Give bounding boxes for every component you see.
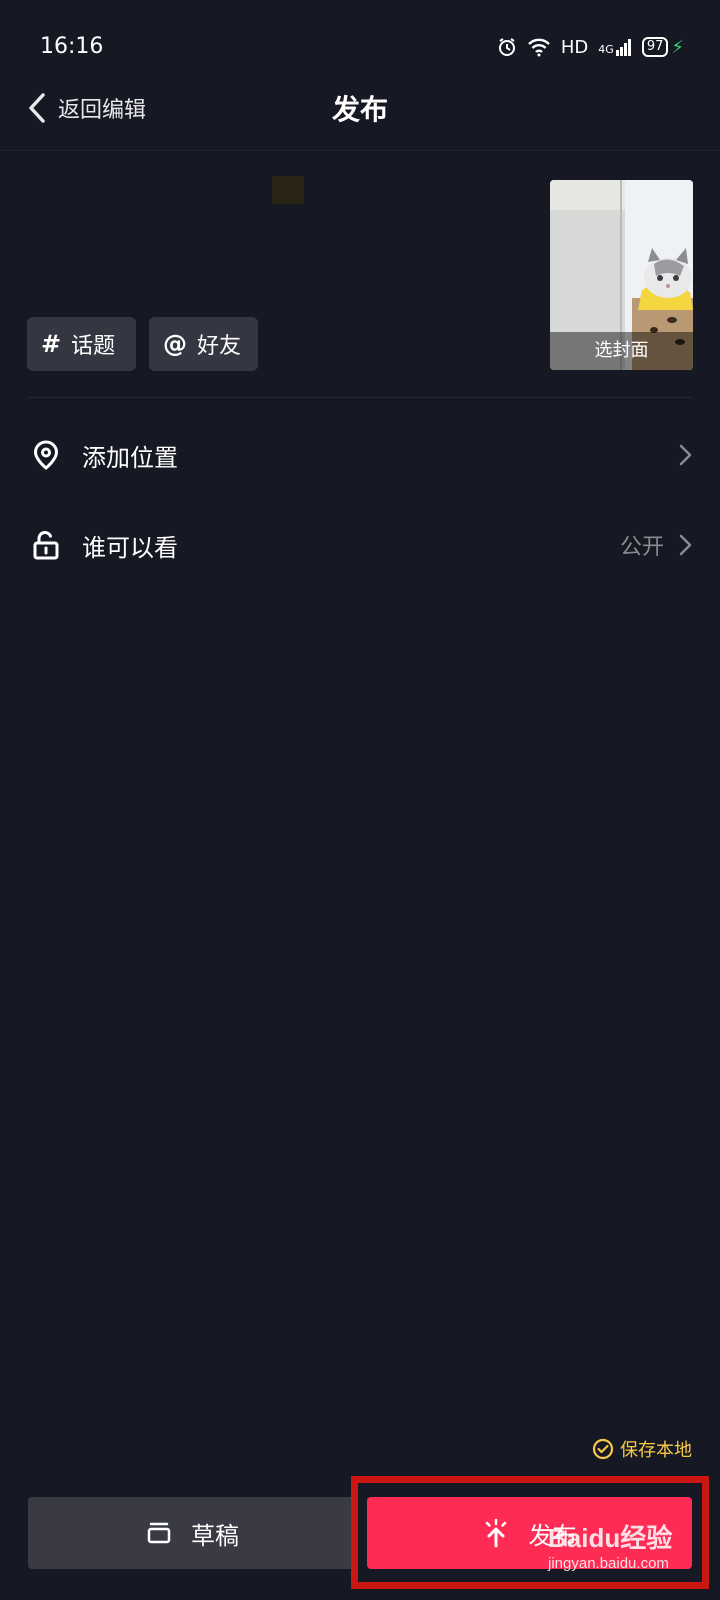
check-circle-icon	[592, 1438, 614, 1460]
signal-icon: 4G	[598, 38, 632, 56]
signal-label: 4G	[598, 43, 614, 56]
topic-chip-label: 话题	[71, 334, 116, 359]
cover-label: 选封面	[550, 332, 693, 370]
visibility-label: 谁可以看	[82, 533, 178, 562]
draft-box-icon	[147, 1522, 171, 1544]
battery-level: 97	[641, 37, 669, 57]
topic-chip[interactable]: # 话题	[27, 317, 136, 371]
mention-chip[interactable]: @ 好友	[149, 317, 258, 371]
battery-icon: 97 ⚡	[641, 36, 684, 58]
charging-icon: ⚡	[671, 36, 684, 58]
page-title: 发布	[331, 93, 388, 126]
header-divider	[0, 150, 720, 151]
watermark-url: jingyan.baidu.com	[548, 1555, 669, 1572]
draft-label: 草稿	[191, 1521, 239, 1550]
add-location-row[interactable]: 添加位置	[0, 420, 720, 490]
hashtag-icon: #	[41, 330, 62, 358]
caption-cursor	[272, 176, 304, 204]
draft-button[interactable]: 草稿	[28, 1497, 358, 1569]
add-location-label: 添加位置	[82, 443, 178, 472]
unlock-icon	[33, 531, 59, 560]
network-label: HD	[560, 36, 589, 58]
watermark-logo: Baidu经验	[548, 1523, 673, 1553]
section-divider	[28, 397, 692, 398]
save-local-label: 保存本地	[620, 1440, 692, 1461]
status-icons: HD 4G 97 ⚡	[497, 34, 684, 60]
visibility-row[interactable]: 谁可以看 公开	[0, 510, 720, 580]
location-pin-icon	[33, 440, 59, 470]
mention-chip-label: 好友	[197, 334, 242, 359]
chevron-right-icon	[679, 444, 692, 466]
chevron-right-icon	[679, 534, 692, 556]
at-icon: @	[163, 330, 187, 358]
visibility-value: 公开	[619, 535, 664, 560]
caption-input[interactable]	[28, 168, 508, 298]
cover-thumbnail[interactable]: 选封面	[550, 180, 693, 370]
status-time: 16:16	[40, 34, 104, 59]
save-local-toggle[interactable]: 保存本地	[592, 1436, 692, 1462]
alarm-icon	[498, 38, 515, 56]
wifi-icon	[528, 38, 550, 57]
baidu-watermark: Baidu经验 jingyan.baidu.com	[548, 1518, 698, 1572]
